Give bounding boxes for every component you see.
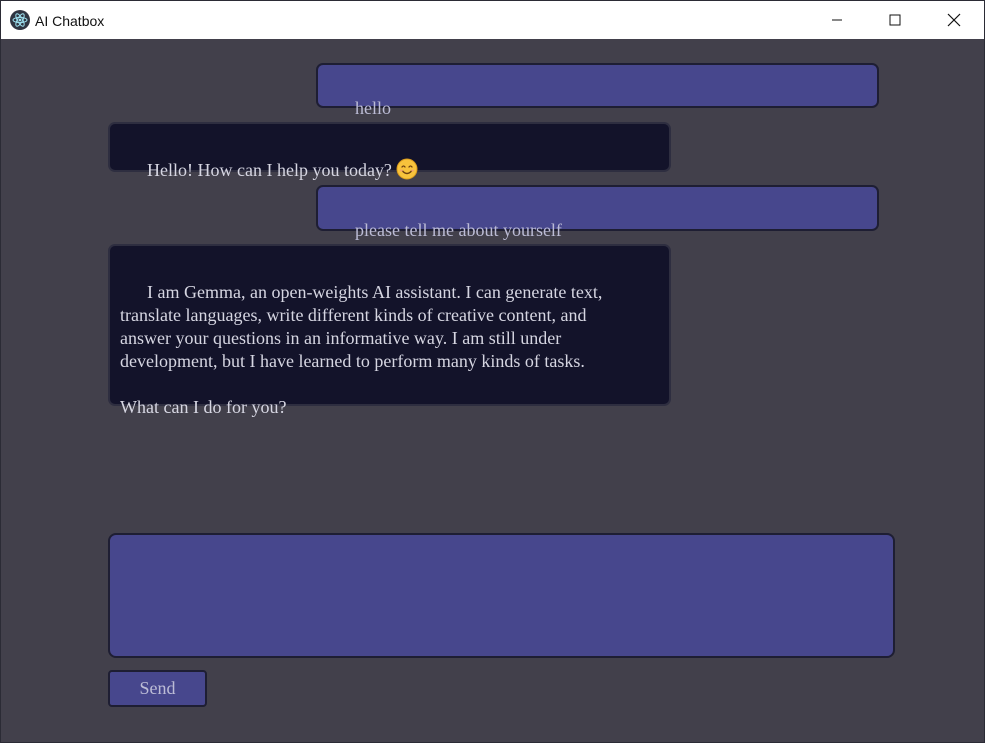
assistant-message: Hello! How can I help you today? xyxy=(108,122,671,180)
user-message: please tell me about yourself xyxy=(316,185,879,240)
user-message: hello xyxy=(316,63,879,118)
message-text: please tell me about yourself xyxy=(355,220,562,240)
app-window: AI Chatbox hello Hello! How can I help y… xyxy=(0,0,985,743)
minimize-icon xyxy=(832,19,842,21)
close-button[interactable] xyxy=(925,1,983,39)
assistant-message: I am Gemma, an open-weights AI assistant… xyxy=(108,244,671,417)
message-text: Hello! How can I help you today? xyxy=(147,160,392,180)
chat-area: hello Hello! How can I help you today? p… xyxy=(1,39,984,742)
close-icon xyxy=(947,13,961,27)
smiling-face-emoji xyxy=(396,158,418,180)
send-button[interactable]: Send xyxy=(108,670,207,707)
message-text: I am Gemma, an open-weights AI assistant… xyxy=(120,282,603,417)
minimize-button[interactable] xyxy=(808,1,866,39)
title-bar[interactable]: AI Chatbox xyxy=(1,1,984,39)
message-input[interactable] xyxy=(108,533,895,658)
electron-icon xyxy=(10,10,30,30)
maximize-button[interactable] xyxy=(866,1,924,39)
message-text: hello xyxy=(355,98,391,118)
window-title: AI Chatbox xyxy=(35,13,105,29)
maximize-icon xyxy=(889,14,901,26)
